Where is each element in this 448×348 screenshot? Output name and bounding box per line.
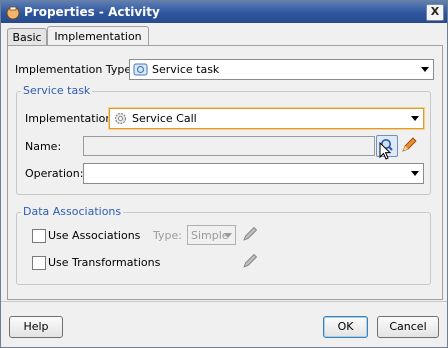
ok-button[interactable]: OK: [323, 316, 368, 338]
operation-select[interactable]: [83, 163, 424, 184]
data-associations-group: [16, 212, 431, 285]
window-title: Properties - Activity: [24, 5, 160, 19]
implementation-type-label: Implementation Type:: [15, 63, 135, 76]
data-associations-legend: Data Associations: [21, 205, 124, 218]
use-associations-label: Use Associations: [48, 229, 141, 242]
operation-label: Operation:: [25, 167, 84, 180]
cancel-button[interactable]: Cancel: [377, 316, 439, 338]
type-label: Type:: [153, 229, 182, 242]
title-bar[interactable]: Properties - Activity X: [1, 1, 447, 23]
mouse-cursor-icon: [379, 142, 392, 160]
properties-dialog: Properties - Activity X Basic Implementa…: [0, 0, 448, 348]
implementation-label: Implementation:: [25, 112, 117, 125]
use-associations-checkbox[interactable]: [32, 229, 46, 243]
type-select[interactable]: Simple: [187, 225, 236, 245]
use-transformations-checkbox[interactable]: [32, 256, 46, 270]
footer-separator: [1, 301, 447, 302]
pencil-icon[interactable]: [241, 252, 259, 270]
implementation-type-select[interactable]: Service task: [129, 59, 434, 80]
chevron-down-icon: [411, 116, 419, 121]
pencil-icon[interactable]: [241, 225, 259, 243]
type-value: Simple: [191, 229, 229, 242]
implementation-panel: Implementation Type: Service task Servic…: [7, 45, 443, 300]
gear-icon: [114, 112, 127, 125]
service-task-legend: Service task: [21, 84, 93, 97]
app-icon: [6, 6, 20, 20]
chevron-down-icon: [224, 233, 232, 238]
close-button[interactable]: X: [426, 4, 444, 21]
implementation-value: Service Call: [132, 112, 197, 125]
name-label: Name:: [25, 140, 62, 153]
service-task-icon: [133, 63, 148, 76]
chevron-down-icon: [421, 67, 429, 72]
use-transformations-label: Use Transformations: [48, 256, 161, 269]
implementation-type-value: Service task: [152, 63, 220, 76]
implementation-select[interactable]: Service Call: [109, 108, 424, 129]
name-field[interactable]: [83, 136, 375, 156]
chevron-down-icon: [411, 171, 419, 176]
edit-icon[interactable]: [400, 136, 418, 154]
tab-basic[interactable]: Basic: [7, 28, 47, 46]
help-button[interactable]: Help: [9, 316, 63, 338]
tab-implementation[interactable]: Implementation: [47, 26, 149, 46]
